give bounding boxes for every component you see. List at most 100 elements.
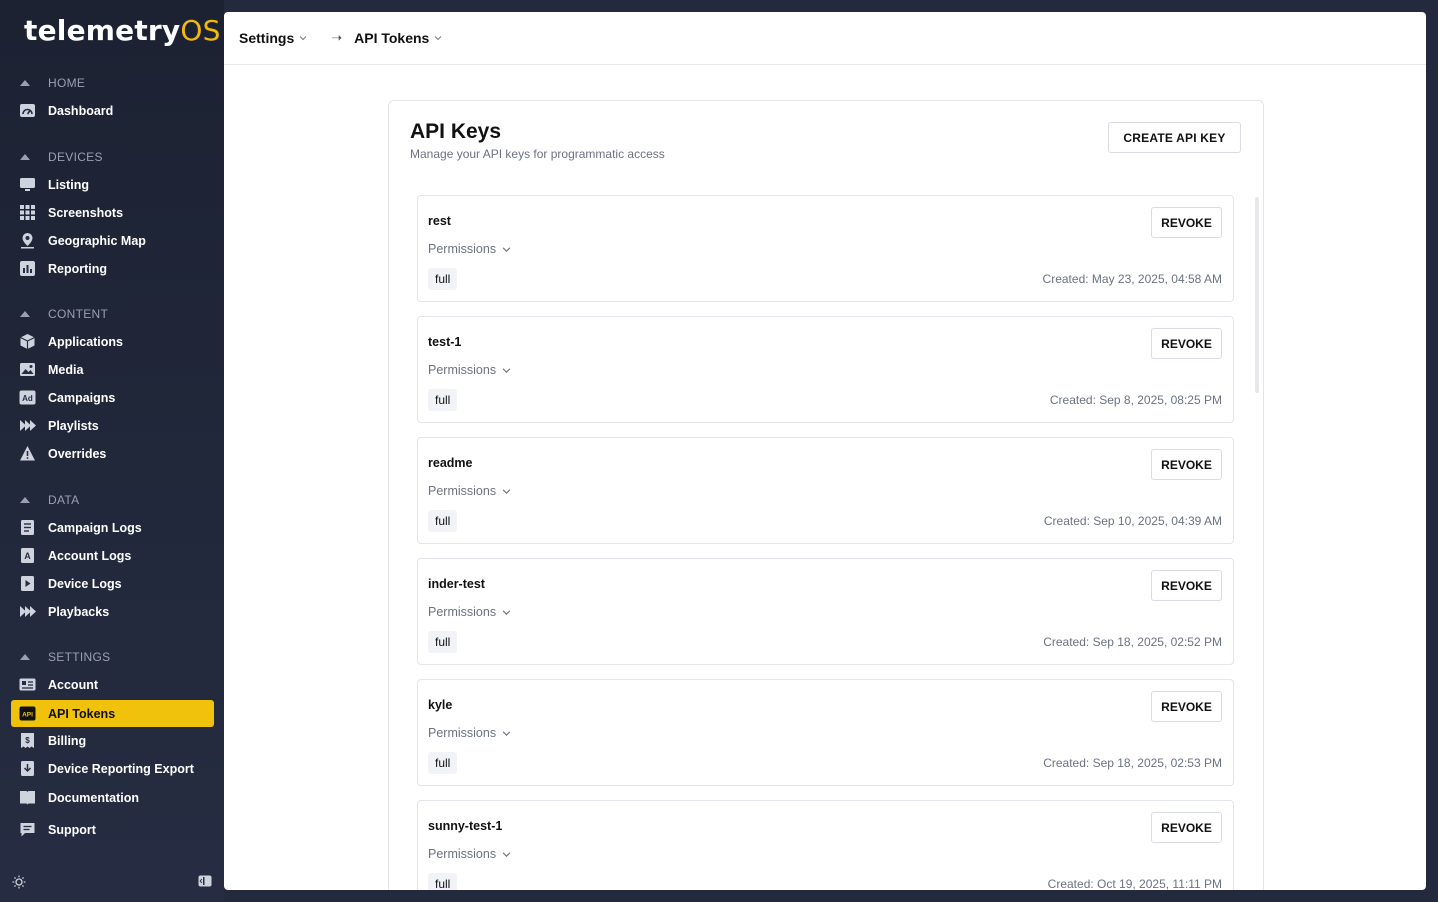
svg-text:A: A (24, 551, 31, 561)
permission-badge: full (428, 268, 458, 290)
create-api-key-button[interactable]: CREATE API KEY (1108, 122, 1241, 153)
revoke-button[interactable]: REVOKE (1151, 328, 1222, 359)
permissions-toggle[interactable]: Permissions (428, 363, 511, 377)
collapse-icon (20, 311, 30, 317)
playlist-icon (19, 417, 36, 434)
sidebar-item-account-logs[interactable]: A Account Logs (11, 542, 214, 569)
sidebar-item-documentation[interactable]: Documentation (11, 784, 214, 811)
breadcrumb-settings[interactable]: Settings (239, 30, 307, 46)
created-date: Created: Sep 18, 2025, 02:52 PM (1043, 635, 1222, 649)
ad-icon: Ad (19, 389, 36, 406)
section-settings[interactable]: SETTINGS (20, 647, 110, 667)
bar-chart-icon (19, 260, 36, 277)
api-key-row: inder-test Permissions full REVOKE Created: … (417, 558, 1234, 665)
api-key-name: test-1 (428, 335, 462, 349)
permissions-label: Permissions (428, 242, 497, 256)
api-key-row: readme Permissions full REVOKE Created: Sep … (417, 437, 1234, 544)
sidebar-item-api-tokens[interactable]: API API Tokens (11, 700, 214, 727)
section-content[interactable]: CONTENT (20, 304, 108, 324)
revoke-button[interactable]: REVOKE (1151, 207, 1222, 238)
sidebar-item-account[interactable]: Account (11, 671, 214, 698)
api-key-name: rest (428, 214, 451, 228)
created-date: Created: Sep 18, 2025, 02:53 PM (1043, 756, 1222, 770)
id-card-icon (19, 676, 36, 693)
created-date: Created: Oct 19, 2025, 11:11 PM (1047, 877, 1222, 890)
sidebar-item-applications[interactable]: Applications (11, 328, 214, 355)
sidebar-item-campaign-logs[interactable]: Campaign Logs (11, 514, 214, 541)
permission-badge: full (428, 510, 458, 532)
warning-icon (19, 445, 36, 462)
sidebar-item-dashboard[interactable]: Dashboard (11, 97, 214, 124)
monitor-icon (19, 176, 36, 193)
chevron-down-icon (502, 488, 511, 494)
page-subtitle: Manage your API keys for programmatic ac… (410, 147, 665, 161)
permissions-toggle[interactable]: Permissions (428, 726, 511, 740)
chevron-down-icon (502, 246, 511, 252)
collapse-icon (20, 80, 30, 86)
map-pin-icon (19, 232, 36, 249)
section-data[interactable]: DATA (20, 490, 79, 510)
revoke-button[interactable]: REVOKE (1151, 812, 1222, 843)
chevron-down-icon (502, 609, 511, 615)
breadcrumb-api-tokens[interactable]: API Tokens (354, 30, 442, 46)
collapse-icon (20, 654, 30, 660)
chevron-down-icon (502, 367, 511, 373)
permission-badge: full (428, 389, 458, 411)
permissions-toggle[interactable]: Permissions (428, 484, 511, 498)
section-devices[interactable]: DEVICES (20, 147, 103, 167)
permissions-toggle[interactable]: Permissions (428, 242, 511, 256)
permissions-label: Permissions (428, 363, 497, 377)
chevron-down-icon (434, 36, 442, 41)
permission-badge: full (428, 873, 458, 890)
permissions-label: Permissions (428, 484, 497, 498)
sidebar-item-screenshots[interactable]: Screenshots (11, 199, 214, 226)
sidebar-item-campaigns[interactable]: Ad Campaigns (11, 384, 214, 411)
dashboard-icon (19, 102, 36, 119)
permissions-toggle[interactable]: Permissions (428, 847, 511, 861)
sidebar-item-media[interactable]: Media (11, 356, 214, 383)
api-key-row: test-1 Permissions full REVOKE Created: Sep … (417, 316, 1234, 423)
logo[interactable]: telemetryOS (24, 14, 221, 47)
sidebar-item-reporting[interactable]: Reporting (11, 255, 214, 282)
revoke-button[interactable]: REVOKE (1151, 691, 1222, 722)
cube-icon (19, 333, 36, 350)
permissions-label: Permissions (428, 605, 497, 619)
scrollbar[interactable] (1255, 197, 1259, 393)
created-date: Created: Sep 10, 2025, 04:39 AM (1043, 514, 1222, 528)
sidebar-item-playlists[interactable]: Playlists (11, 412, 214, 439)
permissions-toggle[interactable]: Permissions (428, 605, 511, 619)
svg-text:API: API (22, 712, 33, 719)
revoke-button[interactable]: REVOKE (1151, 570, 1222, 601)
revoke-button[interactable]: REVOKE (1151, 449, 1222, 480)
sidebar-item-device-reporting-export[interactable]: Device Reporting Export (11, 755, 214, 782)
section-home[interactable]: HOME (20, 73, 85, 93)
sidebar-item-overrides[interactable]: Overrides (11, 440, 214, 467)
sidebar-item-device-logs[interactable]: Device Logs (11, 570, 214, 597)
log-icon (19, 519, 36, 536)
created-date: Created: May 23, 2025, 04:58 AM (1042, 272, 1222, 286)
chevron-down-icon (502, 851, 511, 857)
sidebar-item-listing[interactable]: Listing (11, 171, 214, 198)
sidebar-item-geographic-map[interactable]: Geographic Map (11, 227, 214, 254)
api-key-row: rest Permissions full REVOKE Created: May 23… (417, 195, 1234, 302)
permission-badge: full (428, 631, 458, 653)
api-keys-card: API Keys Manage your API keys for progra… (388, 100, 1264, 890)
collapse-icon (20, 497, 30, 503)
permissions-label: Permissions (428, 726, 497, 740)
sidebar-item-support[interactable]: Support (11, 816, 214, 843)
chat-icon (19, 821, 36, 838)
theme-toggle-icon[interactable] (12, 875, 26, 889)
permissions-label: Permissions (428, 847, 497, 861)
api-icon: API (19, 705, 36, 722)
api-key-name: readme (428, 456, 473, 470)
export-icon (19, 760, 36, 777)
collapse-sidebar-icon[interactable] (198, 875, 212, 887)
account-log-icon: A (19, 547, 36, 564)
sidebar-item-billing[interactable]: $ Billing (11, 727, 214, 754)
page-title: API Keys (410, 120, 502, 143)
api-key-name: kyle (428, 698, 453, 712)
created-date: Created: Sep 8, 2025, 08:25 PM (1049, 393, 1222, 407)
main-panel: Settings ➝ API Tokens API Keys Manage yo… (224, 12, 1426, 890)
api-key-row: sunny-test-1 Permissions full REVOKE Created… (417, 800, 1234, 890)
sidebar-item-playbacks[interactable]: Playbacks (11, 598, 214, 625)
